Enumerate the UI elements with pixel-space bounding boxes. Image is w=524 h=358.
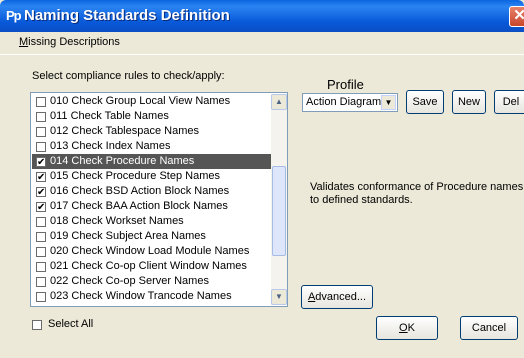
select-all-label: Select All: [48, 318, 94, 330]
rule-item[interactable]: 022 Check Co-op Server Names: [32, 274, 271, 289]
menu-divider: [0, 54, 524, 55]
rule-label: 023 Check Window Trancode Names: [50, 290, 232, 302]
scroll-up-button[interactable]: ▲: [271, 94, 287, 110]
rule-label: 020 Check Window Load Module Names: [50, 245, 250, 257]
close-button[interactable]: ✕: [509, 6, 524, 27]
rule-item[interactable]: 020 Check Window Load Module Names: [32, 244, 271, 259]
profile-selected-value: Action Diagram: [306, 96, 382, 108]
ok-label: K: [407, 322, 415, 334]
menu-label: issing Descriptions: [28, 36, 120, 48]
rule-checkbox[interactable]: [36, 277, 46, 287]
app-icon: Pp: [6, 8, 22, 23]
rule-label: 014 Check Procedure Names: [50, 155, 195, 167]
rule-checkbox[interactable]: [36, 127, 46, 137]
rule-checkbox[interactable]: [36, 185, 46, 200]
rule-checkbox[interactable]: [36, 97, 46, 107]
rule-checkbox[interactable]: [36, 170, 46, 185]
rule-label: 013 Check Index Names: [50, 140, 171, 152]
rule-item[interactable]: 021 Check Co-op Client Window Names: [32, 259, 271, 274]
menu-bar: Missing Descriptions: [0, 32, 524, 54]
rule-item[interactable]: 023 Check Window Trancode Names: [32, 289, 271, 304]
menu-mnemonic: M: [19, 36, 29, 48]
scroll-down-button[interactable]: ▼: [271, 289, 287, 305]
rule-label: 019 Check Subject Area Names: [50, 230, 206, 242]
title-bar[interactable]: Pp Naming Standards Definition ✕: [0, 0, 524, 32]
rule-description: Validates conformance of Procedure names…: [310, 181, 524, 206]
rule-checkbox[interactable]: [36, 232, 46, 242]
scroll-thumb[interactable]: [272, 166, 286, 256]
select-all-box[interactable]: [32, 320, 42, 330]
dropdown-arrow-icon[interactable]: ▼: [381, 95, 396, 110]
rule-label: 022 Check Co-op Server Names: [50, 275, 209, 287]
rule-checkbox[interactable]: [36, 200, 46, 215]
rule-item[interactable]: 014 Check Procedure Names: [32, 154, 271, 170]
rule-label: 012 Check Tablespace Names: [50, 125, 199, 137]
rule-checkbox[interactable]: [36, 112, 46, 122]
rule-checkbox[interactable]: [36, 155, 46, 170]
rule-item[interactable]: 011 Check Table Names: [32, 109, 271, 124]
new-button[interactable]: New: [452, 90, 486, 114]
save-button[interactable]: Save: [406, 90, 444, 114]
delete-button[interactable]: Del: [494, 90, 524, 114]
chevron-down-icon: ▼: [275, 292, 283, 301]
rule-item[interactable]: 017 Check BAA Action Block Names: [32, 199, 271, 215]
menu-missing-descriptions[interactable]: Missing Descriptions: [19, 36, 120, 48]
rule-item[interactable]: 019 Check Subject Area Names: [32, 229, 271, 244]
rule-item[interactable]: 012 Check Tablespace Names: [32, 124, 271, 139]
rule-item[interactable]: 013 Check Index Names: [32, 139, 271, 154]
rule-checkbox[interactable]: [36, 292, 46, 302]
rule-label: 017 Check BAA Action Block Names: [50, 200, 228, 212]
profile-label: Profile: [327, 77, 364, 92]
rule-checkbox[interactable]: [36, 217, 46, 227]
rule-item[interactable]: 015 Check Procedure Step Names: [32, 169, 271, 185]
rules-listbox[interactable]: 010 Check Group Local View Names 011 Chec…: [30, 92, 288, 307]
chevron-up-icon: ▲: [275, 97, 283, 106]
rule-checkbox[interactable]: [36, 262, 46, 272]
rule-item[interactable]: 010 Check Group Local View Names: [32, 94, 271, 109]
ok-mnemonic: O: [399, 322, 408, 334]
rules-list: 010 Check Group Local View Names 011 Chec…: [32, 94, 271, 305]
window-title: Naming Standards Definition: [24, 7, 230, 24]
rule-checkbox[interactable]: [36, 247, 46, 257]
advanced-label: dvanced...: [315, 291, 367, 303]
advanced-button[interactable]: Advanced...: [301, 285, 373, 309]
cancel-button[interactable]: Cancel: [460, 316, 518, 340]
rule-label: 010 Check Group Local View Names: [50, 95, 231, 107]
profile-dropdown[interactable]: Action Diagram ▼: [302, 93, 398, 112]
rule-label: 021 Check Co-op Client Window Names: [50, 260, 247, 272]
vertical-scrollbar[interactable]: ▲ ▼: [271, 94, 287, 305]
rule-item[interactable]: 018 Check Workset Names: [32, 214, 271, 229]
rule-label: 015 Check Procedure Step Names: [50, 170, 220, 182]
rule-label: 018 Check Workset Names: [50, 215, 184, 227]
ok-button[interactable]: OK: [376, 316, 438, 340]
rule-checkbox[interactable]: [36, 142, 46, 152]
rules-prompt: Select compliance rules to check/apply:: [32, 70, 225, 82]
rule-label: 011 Check Table Names: [50, 110, 169, 122]
close-icon: ✕: [513, 7, 524, 24]
rule-label: 016 Check BSD Action Block Names: [50, 185, 230, 197]
rule-item[interactable]: 016 Check BSD Action Block Names: [32, 184, 271, 200]
